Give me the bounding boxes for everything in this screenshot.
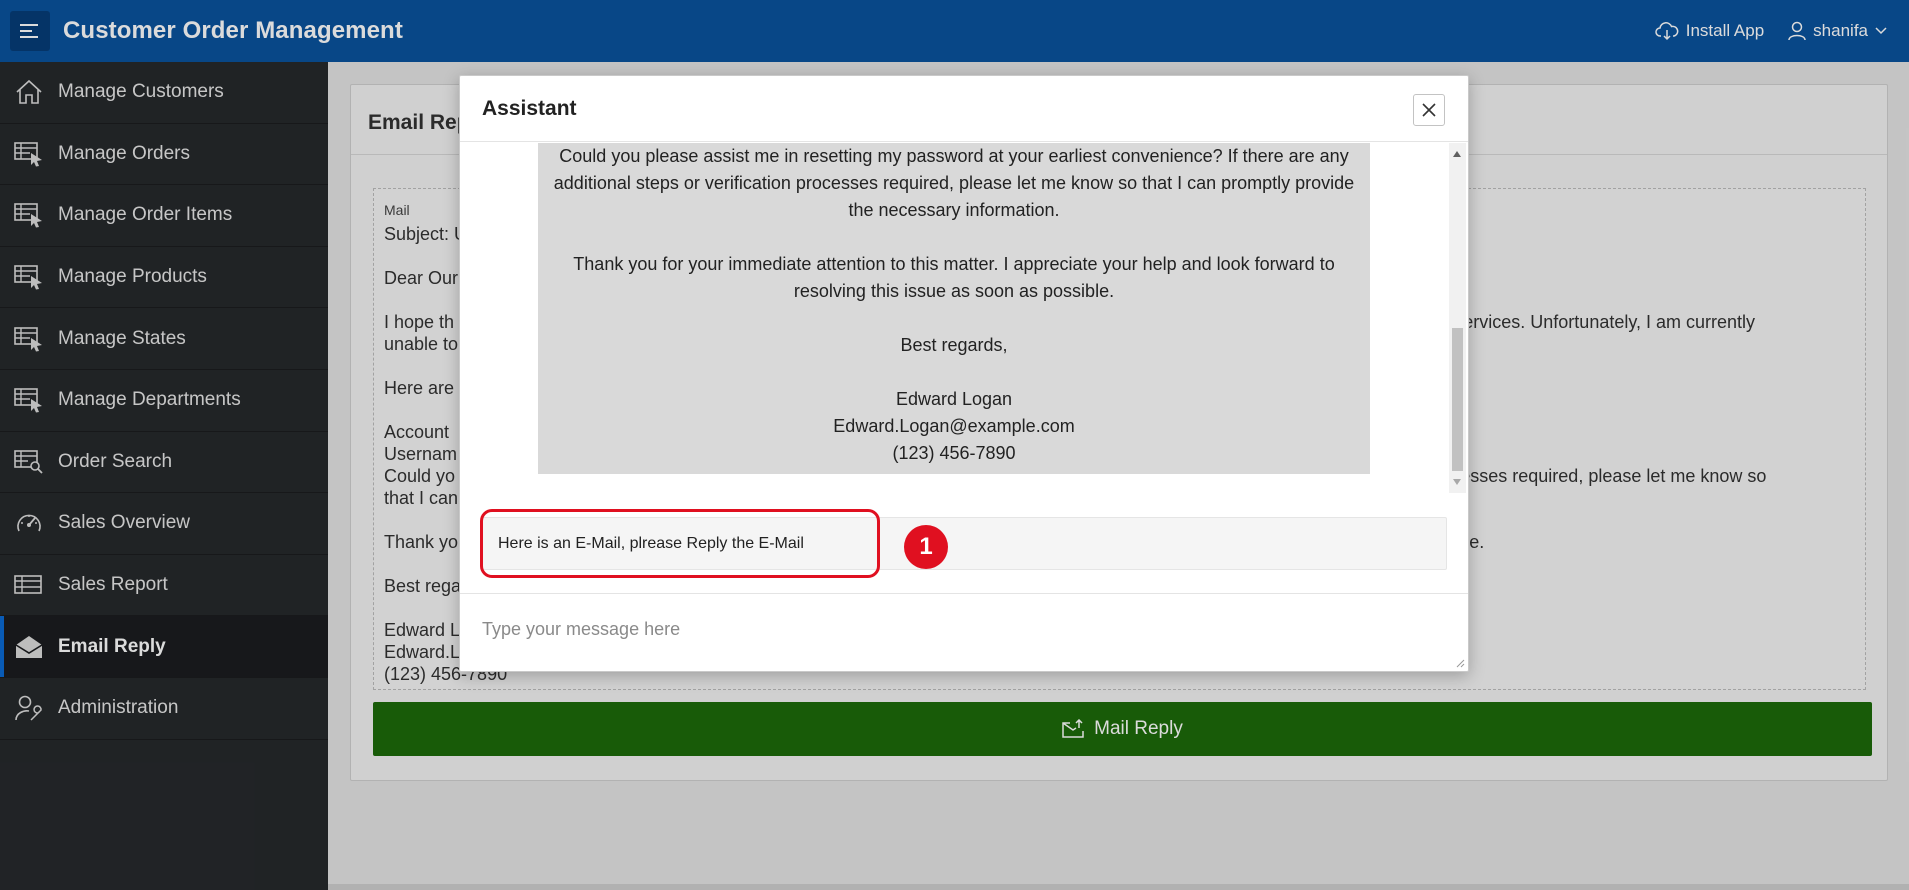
assistant-reply-message: Could you please assist me in resetting …: [538, 143, 1370, 474]
reply-blank-line: [550, 305, 1358, 332]
chat-messages[interactable]: Could you please assist me in resetting …: [460, 143, 1468, 493]
reply-paragraph: Could you please assist me in resetting …: [553, 146, 1355, 220]
reply-paragraph: Edward.Logan@example.com: [833, 416, 1075, 436]
scrollbar-thumb[interactable]: [1452, 328, 1463, 471]
scroll-up-arrow-icon[interactable]: [1453, 151, 1461, 157]
message-input[interactable]: [482, 619, 1422, 640]
reply-paragraph: Edward Logan: [895, 389, 1013, 409]
reply-blank-line: [550, 359, 1358, 386]
reply-paragraph: Best regards,: [900, 335, 1008, 355]
dialog-title: Assistant: [482, 96, 577, 120]
reply-paragraph: (123) 456-7890: [892, 443, 1016, 463]
scroll-down-arrow-icon[interactable]: [1453, 479, 1461, 485]
divider: [460, 593, 1468, 594]
close-icon: [1422, 103, 1436, 117]
assistant-dialog: Assistant Could you please assist me in …: [459, 75, 1469, 672]
chat-scrollbar[interactable]: [1449, 143, 1466, 493]
reply-blank-line: [550, 224, 1358, 251]
reply-paragraph: Thank you for your immediate attention t…: [573, 254, 1335, 301]
close-button[interactable]: [1413, 94, 1445, 126]
resize-handle-icon[interactable]: [1455, 658, 1465, 668]
annotation-number-badge: 1: [904, 525, 948, 569]
annotation-highlight-box: [480, 509, 880, 578]
dialog-header: Assistant: [460, 76, 1468, 142]
